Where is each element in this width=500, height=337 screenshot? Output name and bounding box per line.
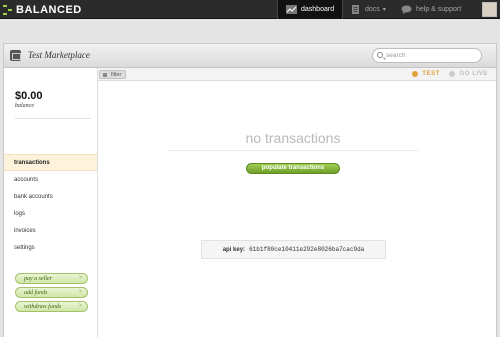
panel-header: Test Marketplace search <box>4 44 496 68</box>
sidebar: $0.00 balance transactions accounts bank… <box>4 68 98 337</box>
nav-dashboard-label: dashboard <box>301 6 335 13</box>
mode-live-label: GO LIVE <box>459 71 488 77</box>
nav-docs[interactable]: dashboard docs ▾ <box>350 0 386 19</box>
brand-logo[interactable]: BALANCED <box>3 3 82 16</box>
sidebar-item-accounts[interactable]: accounts <box>4 171 97 188</box>
sidebar-divider <box>15 118 91 119</box>
balance-label: balance <box>15 103 34 109</box>
action-label: pay a seller <box>24 275 52 282</box>
action-label: withdraw funds <box>24 303 62 310</box>
sidebar-item-label: invoices <box>14 227 36 234</box>
filter-button[interactable]: filter <box>99 70 127 79</box>
action-label: add funds <box>24 289 48 296</box>
filter-bar: filter TEST GO LIVE <box>98 68 496 81</box>
chevron-right-icon: > <box>78 289 82 295</box>
sidebar-item-logs[interactable]: logs <box>4 205 97 222</box>
sidebar-item-label: transactions <box>14 159 50 166</box>
balanced-logo-icon <box>3 4 13 15</box>
search-placeholder: search <box>386 52 406 59</box>
user-avatar[interactable] <box>482 2 497 17</box>
pay-seller-button[interactable]: pay a seller > <box>15 273 88 284</box>
sidebar-item-label: settings <box>14 244 35 251</box>
status-dot-icon <box>449 71 456 77</box>
populate-transactions-button[interactable]: populate transactions <box>246 163 340 174</box>
balance-amount: $0.00 <box>15 90 43 102</box>
search-input[interactable]: search <box>372 48 482 63</box>
marketplace-name: Test Marketplace <box>28 50 90 60</box>
sidebar-item-invoices[interactable]: invoices <box>4 222 97 239</box>
sidebar-item-label: accounts <box>14 176 39 183</box>
withdraw-funds-button[interactable]: withdraw funds > <box>15 301 88 312</box>
filter-label: filter <box>111 71 122 78</box>
nav-docs-label-text: docs <box>365 6 380 13</box>
sidebar-item-transactions[interactable]: transactions <box>4 154 97 171</box>
sidebar-item-settings[interactable]: settings <box>4 239 97 256</box>
top-navbar: BALANCED dashboard dashboard docs ▾ help… <box>0 0 500 19</box>
brand-name: BALANCED <box>16 3 82 16</box>
sidebar-item-label: logs <box>14 210 26 217</box>
nav-help-support[interactable]: help & support <box>401 0 461 19</box>
status-dot-icon <box>412 71 419 77</box>
chevron-right-icon: > <box>78 275 82 281</box>
api-key-value[interactable]: 61b1f80ce10411e292e8026ba7cac9da <box>249 246 364 253</box>
speech-bubble-icon <box>401 5 412 14</box>
empty-state-title: no transactions <box>245 130 341 146</box>
nav-dashboard[interactable]: dashboard <box>277 0 343 19</box>
cart-icon <box>10 50 21 61</box>
dashboard-icon <box>286 5 297 14</box>
mode-test-label: TEST <box>422 71 440 77</box>
filter-icon <box>103 73 107 77</box>
marketplace-panel: Test Marketplace search $0.00 balance tr… <box>3 43 497 337</box>
chevron-down-icon: ▾ <box>382 7 386 13</box>
api-key-label: api key: <box>222 246 246 253</box>
nav-help-label: help & support <box>416 6 462 13</box>
search-icon <box>377 52 383 58</box>
docs-icon <box>352 5 359 14</box>
sidebar-item-bank-accounts[interactable]: bank accounts <box>4 188 97 205</box>
chevron-right-icon: > <box>78 303 82 309</box>
api-key-box: api key: 61b1f80ce10411e292e8026ba7cac9d… <box>201 240 386 259</box>
mode-go-live-toggle[interactable]: GO LIVE <box>449 71 488 77</box>
add-funds-button[interactable]: add funds > <box>15 287 88 298</box>
empty-state-divider <box>167 150 419 151</box>
mode-test-toggle[interactable]: TEST <box>412 71 440 77</box>
sidebar-item-label: bank accounts <box>14 193 53 200</box>
